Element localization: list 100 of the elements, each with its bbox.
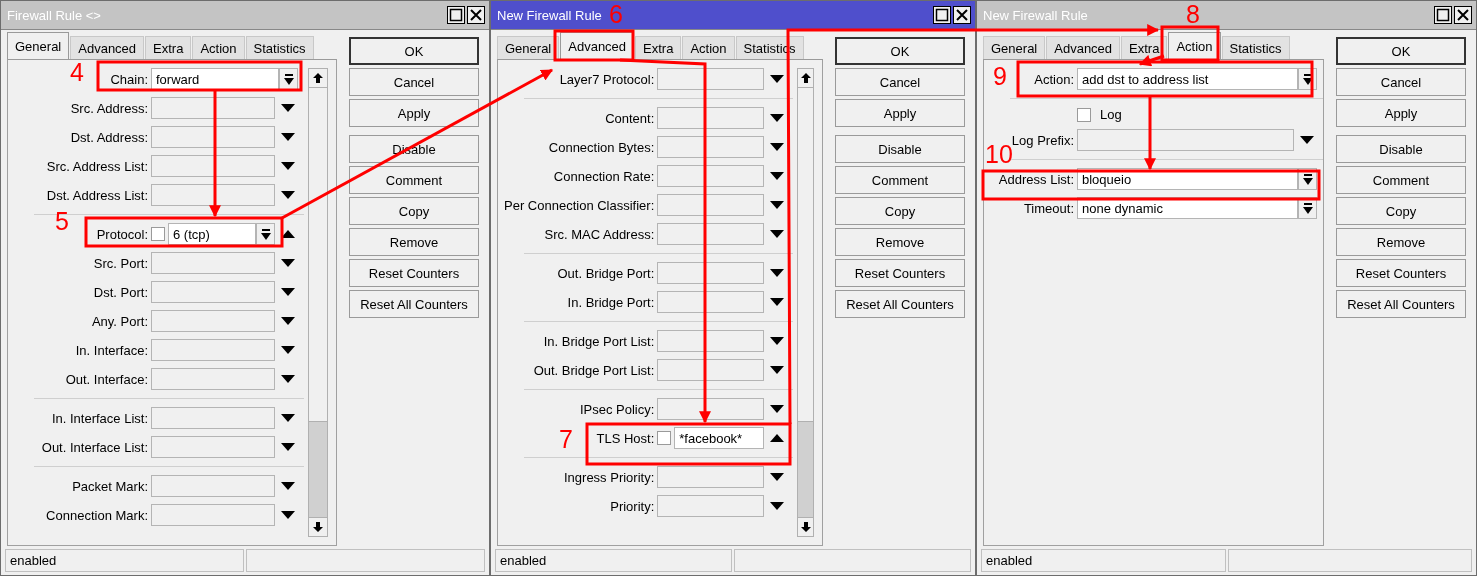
text-field[interactable] <box>657 466 765 488</box>
dialog-button[interactable]: Disable <box>1336 135 1466 163</box>
text-field[interactable] <box>657 495 765 517</box>
dropdown-arrow-icon[interactable] <box>770 337 785 345</box>
dropdown-arrow-icon[interactable] <box>281 482 295 490</box>
dropdown-arrow-icon[interactable] <box>770 75 785 83</box>
tab[interactable]: Extra <box>145 36 192 59</box>
tab[interactable]: Advanced <box>560 32 635 59</box>
dialog-button[interactable]: Reset All Counters <box>835 290 965 318</box>
text-field[interactable] <box>151 281 275 303</box>
dialog-button[interactable]: Apply <box>835 99 965 127</box>
dropdown-arrow-icon[interactable] <box>281 346 295 354</box>
dialog-button[interactable]: OK <box>1336 37 1466 65</box>
dialog-button[interactable]: Reset All Counters <box>349 290 479 318</box>
tab[interactable]: Action <box>1168 32 1221 59</box>
dropdown-arrow-icon[interactable] <box>281 414 295 422</box>
tab[interactable]: Statistics <box>1221 36 1290 59</box>
dropdown-arrow-icon[interactable] <box>281 104 295 112</box>
text-field[interactable] <box>151 407 275 429</box>
dropdown-arrow-icon[interactable] <box>770 366 785 374</box>
maximize-icon[interactable] <box>933 6 951 24</box>
checkbox[interactable] <box>1077 107 1091 122</box>
dialog-button[interactable]: Remove <box>349 228 479 256</box>
dropdown-arrow-icon[interactable] <box>770 172 785 180</box>
text-field[interactable] <box>657 262 765 284</box>
checkbox[interactable] <box>151 227 165 241</box>
text-field[interactable] <box>657 330 765 352</box>
tab[interactable]: Advanced <box>70 36 145 59</box>
text-field[interactable] <box>151 155 275 177</box>
dialog-button[interactable]: Comment <box>349 166 479 194</box>
text-field[interactable] <box>657 165 765 187</box>
dialog-button[interactable]: Comment <box>835 166 965 194</box>
text-field[interactable]: forward <box>151 68 279 90</box>
close-icon[interactable] <box>467 6 485 24</box>
dialog-button[interactable]: Cancel <box>349 68 479 96</box>
text-field[interactable] <box>1077 129 1294 151</box>
dropdown-arrow-icon[interactable] <box>281 317 295 325</box>
dropdown-button[interactable] <box>279 68 298 90</box>
maximize-icon[interactable] <box>447 6 465 24</box>
scrollbar[interactable] <box>308 68 328 537</box>
text-field[interactable] <box>151 97 275 119</box>
text-field[interactable]: add dst to address list <box>1077 68 1298 90</box>
dropdown-arrow-icon[interactable] <box>1300 136 1314 144</box>
close-icon[interactable] <box>953 6 971 24</box>
dropdown-arrow-icon[interactable] <box>770 473 785 481</box>
text-field[interactable] <box>151 436 275 458</box>
dialog-button[interactable]: Reset Counters <box>349 259 479 287</box>
tab[interactable]: General <box>983 36 1046 59</box>
text-field[interactable]: *facebook* <box>674 427 765 449</box>
dropdown-button[interactable] <box>1298 197 1317 219</box>
text-field[interactable] <box>151 368 275 390</box>
dropdown-arrow-icon[interactable] <box>281 375 295 383</box>
collapse-arrow-icon[interactable] <box>281 230 295 238</box>
dropdown-arrow-icon[interactable] <box>281 191 295 199</box>
dialog-button[interactable]: Cancel <box>835 68 965 96</box>
arrow-up-icon[interactable] <box>800 73 811 83</box>
dropdown-arrow-icon[interactable] <box>281 133 295 141</box>
dropdown-arrow-icon[interactable] <box>770 502 785 510</box>
dropdown-arrow-icon[interactable] <box>770 298 785 306</box>
dropdown-arrow-icon[interactable] <box>281 162 295 170</box>
text-field[interactable] <box>151 126 275 148</box>
dropdown-arrow-icon[interactable] <box>770 230 785 238</box>
dialog-button[interactable]: Reset All Counters <box>1336 290 1466 318</box>
dialog-button[interactable]: Remove <box>835 228 965 256</box>
text-field[interactable] <box>657 107 765 129</box>
text-field[interactable] <box>657 194 765 216</box>
text-field[interactable] <box>657 136 765 158</box>
text-field[interactable] <box>657 398 765 420</box>
tab[interactable]: Action <box>192 36 245 59</box>
tab[interactable]: Action <box>682 36 735 59</box>
scrollbar[interactable] <box>797 68 814 537</box>
dropdown-arrow-icon[interactable] <box>770 201 785 209</box>
text-field[interactable]: 6 (tcp) <box>168 223 256 245</box>
dialog-button[interactable]: OK <box>835 37 965 65</box>
text-field[interactable] <box>151 184 275 206</box>
dialog-button[interactable]: Reset Counters <box>835 259 965 287</box>
dropdown-arrow-icon[interactable] <box>770 405 785 413</box>
close-icon[interactable] <box>1454 6 1472 24</box>
dialog-button[interactable]: Remove <box>1336 228 1466 256</box>
dialog-button[interactable]: Copy <box>349 197 479 225</box>
text-field[interactable] <box>657 68 765 90</box>
maximize-icon[interactable] <box>1434 6 1452 24</box>
text-field[interactable] <box>151 310 275 332</box>
tab[interactable]: General <box>497 36 560 59</box>
text-field[interactable] <box>151 252 275 274</box>
text-field[interactable] <box>151 475 275 497</box>
arrow-down-icon[interactable] <box>313 522 323 532</box>
dropdown-arrow-icon[interactable] <box>281 288 295 296</box>
dialog-button[interactable]: Cancel <box>1336 68 1466 96</box>
tab[interactable]: General <box>7 32 70 59</box>
text-field[interactable]: none dynamic <box>1077 197 1298 219</box>
dropdown-arrow-icon[interactable] <box>281 259 295 267</box>
dialog-button[interactable]: Reset Counters <box>1336 259 1466 287</box>
dropdown-arrow-icon[interactable] <box>770 143 785 151</box>
dropdown-arrow-icon[interactable] <box>281 443 295 451</box>
collapse-arrow-icon[interactable] <box>770 434 785 442</box>
dialog-button[interactable]: Copy <box>1336 197 1466 225</box>
dropdown-arrow-icon[interactable] <box>770 114 785 122</box>
dialog-button[interactable]: OK <box>349 37 479 65</box>
dropdown-arrow-icon[interactable] <box>770 269 785 277</box>
